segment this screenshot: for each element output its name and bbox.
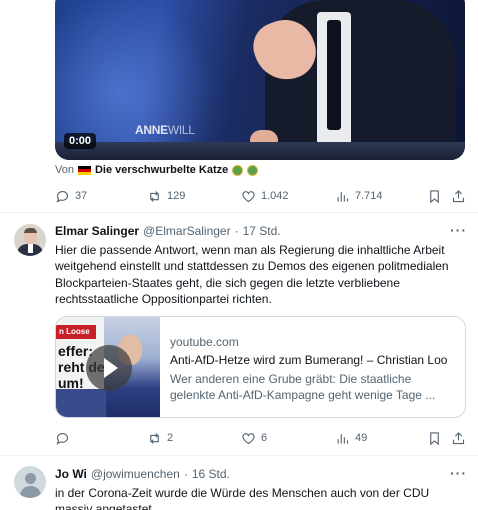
link-card-thumbnail: n Loose effer: reht der um! xyxy=(56,317,160,417)
tweet-header: Jo Wi @jowimuenchen · 16 Std. xyxy=(55,467,230,481)
video-watermark: ANNEWILL xyxy=(135,123,195,137)
link-card-title: Anti-AfD-Hetze wird zum Bumerang! – Chri… xyxy=(170,353,448,367)
views-count: 49 xyxy=(355,432,368,444)
share-icon xyxy=(452,189,465,202)
thumbnail-lower-panel xyxy=(56,389,106,417)
tweet2-action-bar: 2 6 49 xyxy=(55,428,465,448)
retweet-button[interactable]: 129 xyxy=(147,189,185,204)
share-button[interactable] xyxy=(451,431,466,446)
author-handle[interactable]: @ElmarSalinger xyxy=(143,224,231,238)
reply-button[interactable] xyxy=(55,431,75,446)
globe-emoji-icon-2 xyxy=(247,164,259,176)
tweet-divider xyxy=(0,212,478,213)
heart-icon xyxy=(242,190,255,202)
bookmark-icon xyxy=(430,431,439,445)
views-button[interactable]: 7.714 xyxy=(335,189,383,204)
video-desk xyxy=(55,142,465,160)
video-person-tie xyxy=(327,20,341,130)
bookmark-button[interactable] xyxy=(427,189,442,204)
like-count: 1.042 xyxy=(261,190,289,202)
views-count: 7.714 xyxy=(355,190,383,202)
avatar-collar xyxy=(28,244,33,253)
tweet-text: Hier die passende Antwort, wenn man als … xyxy=(55,243,449,306)
like-button[interactable]: 1.042 xyxy=(241,189,289,204)
like-count: 6 xyxy=(261,432,268,444)
tweet-header: Elmar Salinger @ElmarSalinger · 17 Std. xyxy=(55,224,281,238)
watermark-thin: WILL xyxy=(167,123,195,137)
video-timer: 0:00 xyxy=(64,133,97,149)
retweet-count: 129 xyxy=(167,190,186,202)
tweet-text: in der Corona-Zeit wurde die Würde des M… xyxy=(55,486,430,510)
retweet-icon xyxy=(150,432,159,444)
avatar[interactable] xyxy=(14,224,46,256)
german-flag-icon xyxy=(77,165,91,175)
tweet1-action-bar: 37 129 1.042 7.714 xyxy=(55,186,465,206)
more-options-button[interactable]: ··· xyxy=(450,465,467,481)
default-avatar[interactable] xyxy=(14,466,46,498)
bookmark-icon xyxy=(430,189,439,203)
author-handle[interactable]: @jowimuenchen xyxy=(91,467,180,481)
more-options-button[interactable]: ··· xyxy=(450,222,467,238)
thumbnail-band: n Loose xyxy=(56,325,96,339)
video-source-prefix: Von xyxy=(55,164,74,176)
header-separator: · xyxy=(183,467,188,481)
share-icon xyxy=(452,431,465,444)
reply-button[interactable]: 37 xyxy=(55,189,87,204)
watermark-bold: ANNE xyxy=(135,123,168,137)
avatar-hair xyxy=(24,228,37,233)
avatar-body xyxy=(20,486,41,498)
heart-icon xyxy=(242,432,255,444)
retweet-button[interactable]: 2 xyxy=(147,431,173,446)
link-card[interactable]: n Loose effer: reht der um! youtube.com … xyxy=(55,316,466,418)
tweet-divider xyxy=(0,455,478,456)
globe-emoji-icon xyxy=(232,164,244,176)
video-player[interactable]: ANNEWILL 0:00 xyxy=(55,0,465,160)
link-card-domain: youtube.com xyxy=(170,335,239,349)
bookmark-button[interactable] xyxy=(427,431,442,446)
retweet-count: 2 xyxy=(167,432,174,444)
views-icon xyxy=(337,433,349,443)
like-button[interactable]: 6 xyxy=(241,431,267,446)
share-button[interactable] xyxy=(451,189,466,204)
reply-count: 37 xyxy=(75,190,88,202)
header-separator: · xyxy=(234,224,239,238)
tweet-timestamp[interactable]: 17 Std. xyxy=(243,224,281,238)
play-icon[interactable] xyxy=(86,345,132,391)
avatar-head xyxy=(25,473,36,484)
retweet-icon xyxy=(150,190,159,202)
author-name[interactable]: Jo Wi xyxy=(55,467,87,481)
views-button[interactable]: 49 xyxy=(335,431,367,446)
author-name[interactable]: Elmar Salinger xyxy=(55,224,139,238)
tweet-timestamp[interactable]: 16 Std. xyxy=(192,467,230,481)
views-icon xyxy=(337,191,349,201)
video-source: Von Die verschwurbelte Katze xyxy=(55,164,259,176)
reply-icon xyxy=(56,190,69,203)
reply-icon xyxy=(56,432,69,445)
link-card-description: Wer anderen eine Grube gräbt: Die staatl… xyxy=(170,372,436,402)
video-source-account[interactable]: Die verschwurbelte Katze xyxy=(95,164,228,176)
